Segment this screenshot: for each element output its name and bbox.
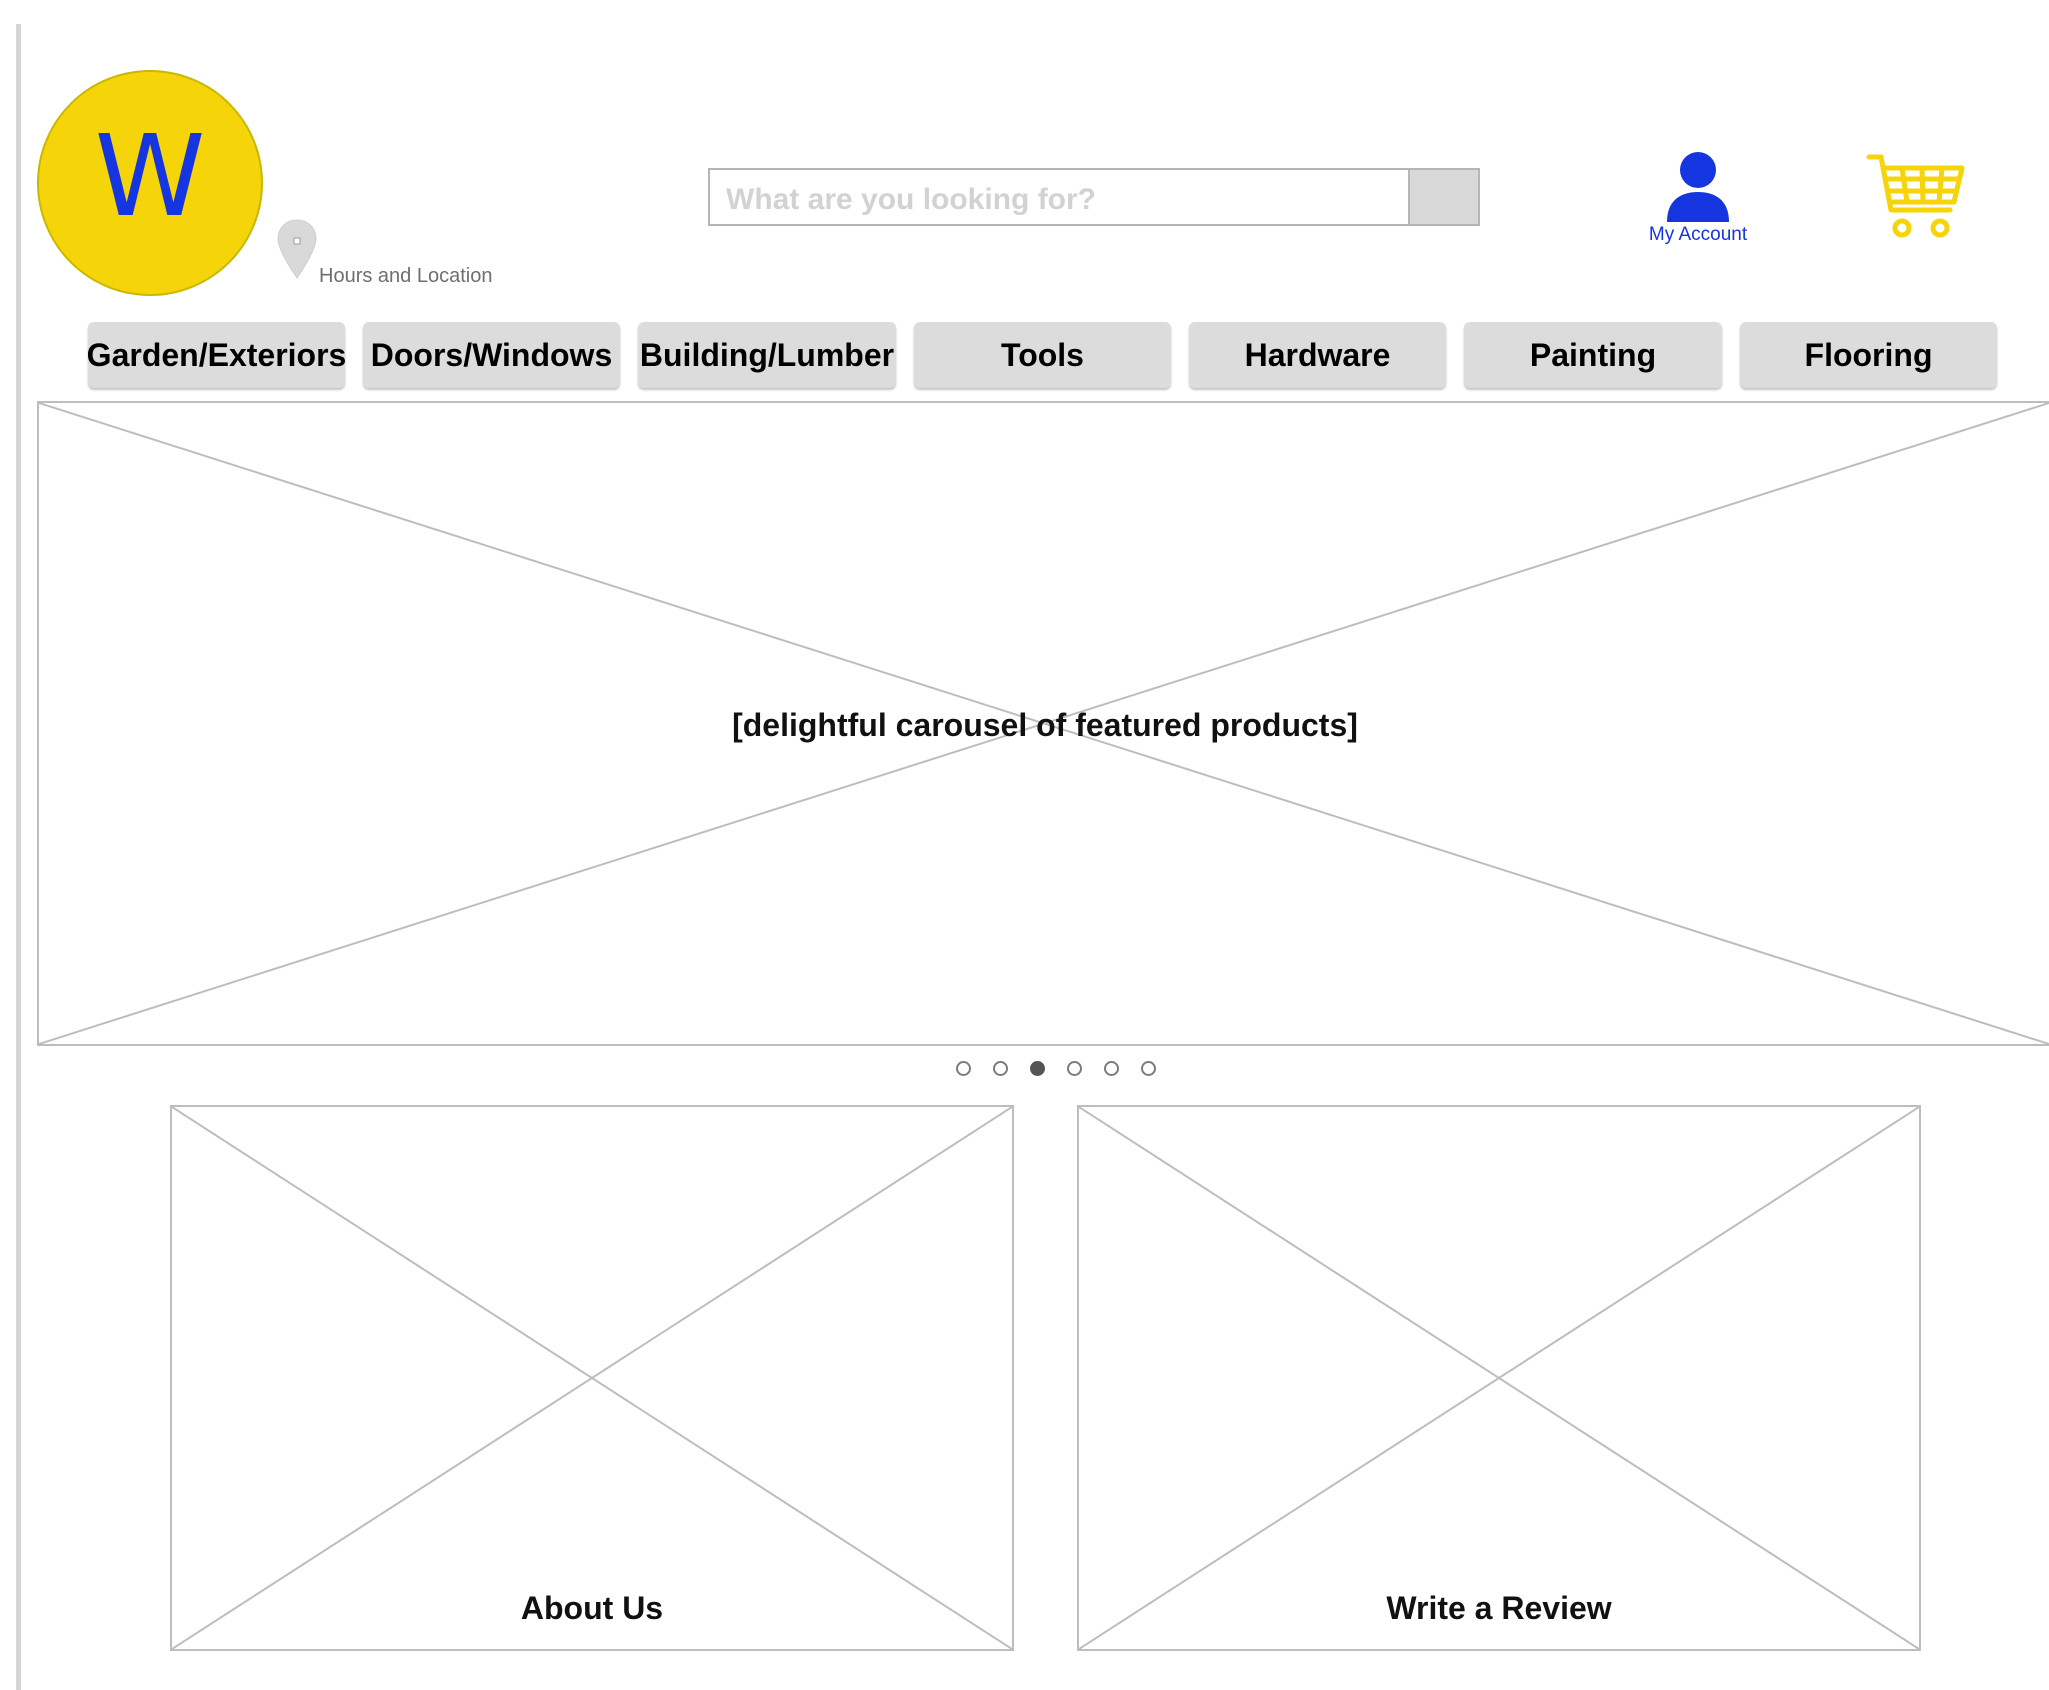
image-placeholder-cross	[1079, 1107, 1919, 1649]
carousel-caption: [delightful carousel of featured product…	[732, 707, 1358, 743]
user-icon	[1667, 152, 1729, 222]
search-input[interactable]	[708, 168, 1408, 226]
my-account-label: My Account	[1648, 224, 1748, 245]
about-us-card[interactable]: About Us	[170, 1105, 1014, 1651]
search-bar	[708, 168, 1480, 226]
carousel-dot-3[interactable]	[1030, 1061, 1045, 1076]
shopping-cart-icon[interactable]	[1866, 152, 1966, 244]
carousel-pagination	[956, 1061, 1178, 1079]
carousel-dot-2[interactable]	[993, 1061, 1008, 1076]
nav-tab-garden-exteriors[interactable]: Garden/Exteriors	[88, 322, 345, 388]
featured-products-carousel[interactable]: [delightful carousel of featured product…	[37, 401, 2049, 1046]
logo-letter: W	[94, 112, 206, 242]
nav-tab-doors-windows[interactable]: Doors/Windows	[363, 322, 620, 388]
hours-and-location-link[interactable]: Hours and Location	[319, 265, 492, 288]
nav-tab-hardware[interactable]: Hardware	[1189, 322, 1446, 388]
carousel-dot-1[interactable]	[956, 1061, 971, 1076]
write-review-card[interactable]: Write a Review	[1077, 1105, 1921, 1651]
page-left-border	[16, 24, 21, 1690]
write-review-label: Write a Review	[1386, 1590, 1612, 1626]
my-account-button[interactable]: My Account	[1630, 150, 1766, 250]
carousel-dot-6[interactable]	[1141, 1061, 1156, 1076]
logo[interactable]: W	[37, 70, 263, 296]
image-placeholder-cross	[172, 1107, 1012, 1649]
map-pin-icon[interactable]	[275, 218, 319, 280]
nav-tab-building-lumber[interactable]: Building/Lumber	[638, 322, 896, 388]
nav-tab-tools[interactable]: Tools	[914, 322, 1171, 388]
nav-tab-painting[interactable]: Painting	[1464, 322, 1722, 388]
search-button[interactable]	[1408, 168, 1480, 226]
about-us-label: About Us	[520, 1590, 664, 1626]
carousel-dot-4[interactable]	[1067, 1061, 1082, 1076]
nav-tab-flooring[interactable]: Flooring	[1740, 322, 1997, 388]
carousel-dot-5[interactable]	[1104, 1061, 1119, 1076]
